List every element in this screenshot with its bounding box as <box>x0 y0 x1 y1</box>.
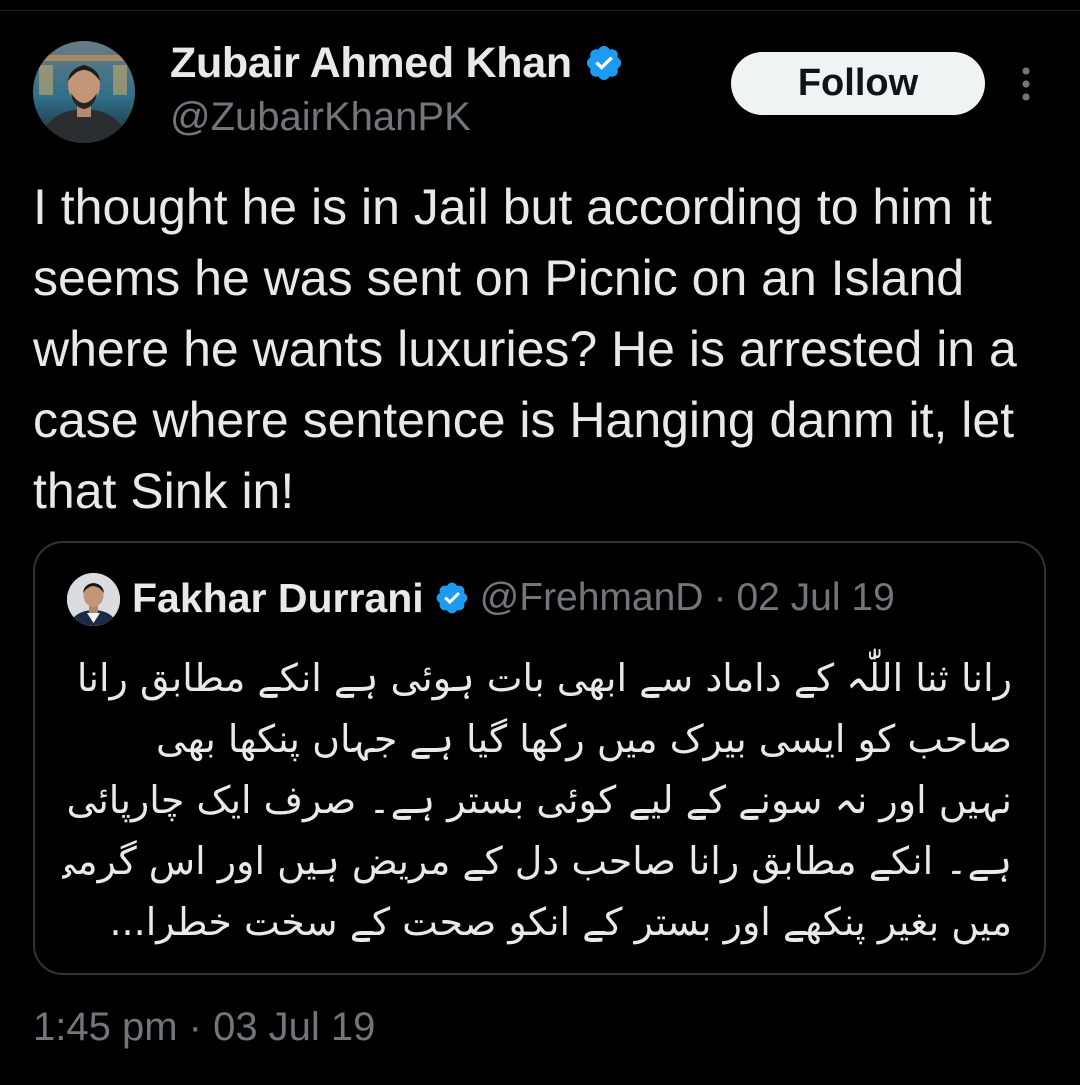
quoted-date[interactable]: 02 Jul 19 <box>736 576 894 620</box>
author-name[interactable]: Zubair Ahmed Khan <box>170 39 572 88</box>
quoted-text-line: صاحب کو ایسی بیرک میں رکھا گیا ہے جہاں پ… <box>156 717 1012 761</box>
quoted-text: رانا ثنا اللّٰہ کے داماد سے ابھی بات ہوئ… <box>62 648 1012 953</box>
tweet: Zubair Ahmed Khan @ZubairKhanPK Follow I… <box>0 0 1080 1085</box>
quoted-text-line: میں بغیر پنکھے اور بستر کے انکو صحت کے س… <box>109 900 1012 944</box>
more-vertical-icon[interactable] <box>1013 64 1039 106</box>
quoted-text-line: نہیں اور نہ سونے کے لیے کوئی بستر ہے۔ صر… <box>66 778 1012 822</box>
author-name-row[interactable]: Zubair Ahmed Khan <box>170 38 624 88</box>
quoted-verified-badge-icon <box>434 580 470 616</box>
quoted-text-line: ہے۔ انکے مطابق رانا صاحب دل کے مریض ہیں … <box>62 839 1012 883</box>
tweet-text: I thought he is in Jail but according to… <box>33 179 1017 519</box>
quoted-separator: · <box>713 576 727 619</box>
quoted-text-line: رانا ثنا اللّٰہ کے داماد سے ابھی بات ہوئ… <box>76 656 1012 700</box>
tweet-timestamp[interactable]: 1:45 pm · 03 Jul 19 <box>33 1005 375 1050</box>
follow-button[interactable]: Follow <box>731 52 985 115</box>
author-handle[interactable]: @ZubairKhanPK <box>170 95 471 140</box>
quoted-author-handle[interactable]: @FrehmanD <box>480 576 704 620</box>
quoted-author-name[interactable]: Fakhar Durrani <box>132 575 424 622</box>
quoted-header: Fakhar Durrani @FrehmanD · 02 Jul 19 <box>132 572 895 624</box>
quoted-tweet[interactable]: Fakhar Durrani @FrehmanD · 02 Jul 19 ران… <box>33 541 1046 975</box>
quoted-author-avatar[interactable] <box>67 573 120 626</box>
author-avatar[interactable] <box>33 41 135 143</box>
verified-badge-icon <box>584 43 624 83</box>
